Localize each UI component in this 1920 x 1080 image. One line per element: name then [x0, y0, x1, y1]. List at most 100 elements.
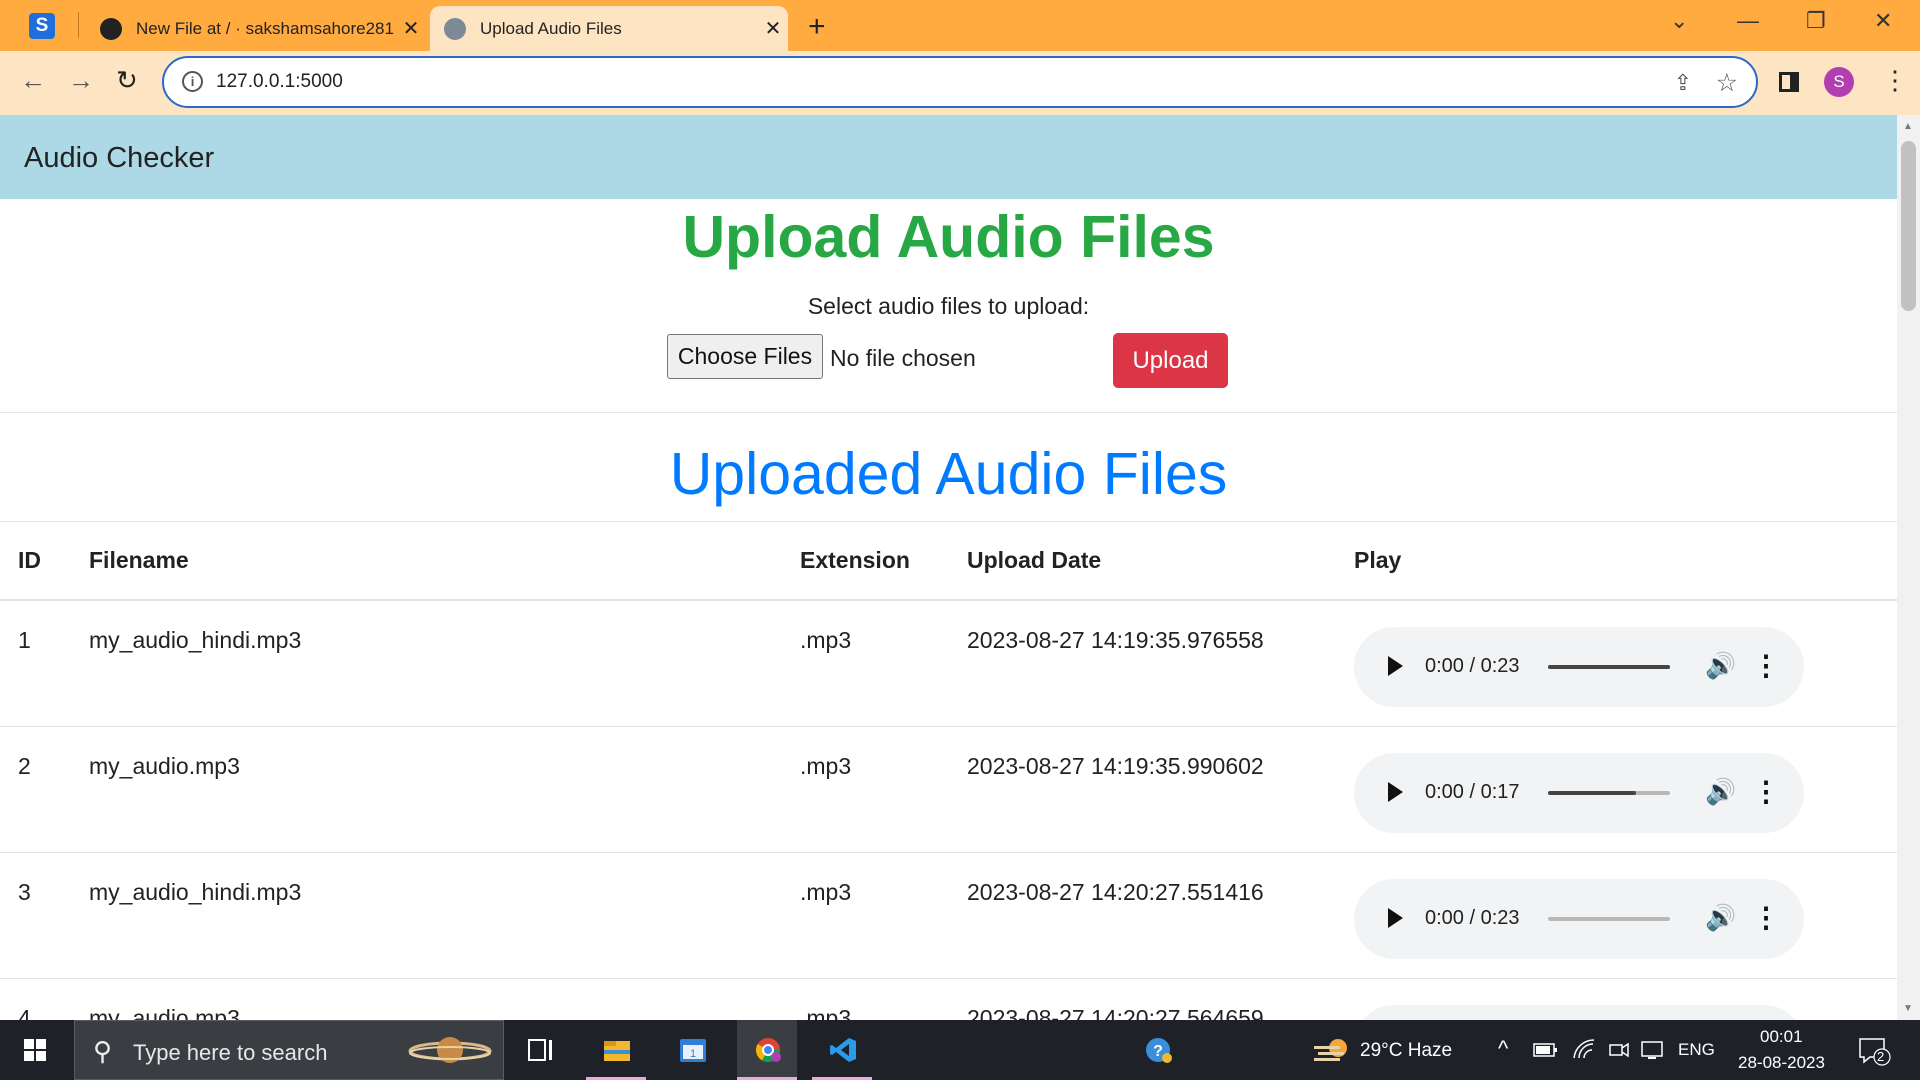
scrollbar-thumb[interactable]: [1901, 141, 1916, 311]
cell-play: 0:00 / 0:17 🔊 ⋮: [1354, 726, 1897, 853]
page-viewport: Audio Checker Upload Audio Files Select …: [0, 115, 1897, 1020]
site-info-icon[interactable]: i: [182, 71, 203, 92]
choose-files-button[interactable]: Choose Files: [667, 334, 823, 379]
language-indicator[interactable]: ENG: [1678, 1040, 1715, 1060]
cell-filename: my_audio.mp3: [89, 978, 800, 1020]
cell-extension: .mp3: [800, 726, 967, 853]
audio-player: [1354, 1004, 1804, 1020]
reload-icon[interactable]: ↻: [116, 65, 138, 96]
chrome-app-button[interactable]: [737, 1020, 797, 1080]
calendar-app-button[interactable]: 1: [662, 1020, 722, 1080]
more-options-icon[interactable]: ⋮: [1752, 649, 1780, 682]
taskbar-search[interactable]: ⚲ Type here to search: [74, 1020, 504, 1080]
cell-extension: .mp3: [800, 852, 967, 979]
seek-slider[interactable]: [1548, 665, 1670, 669]
header-upload-date: Upload Date: [967, 522, 1354, 601]
clock-date[interactable]: 28-08-2023: [1738, 1053, 1825, 1073]
profile-avatar[interactable]: S: [1824, 67, 1854, 97]
app-navbar: Audio Checker: [0, 115, 1897, 199]
cell-play: [1354, 978, 1897, 1020]
upload-button[interactable]: Upload: [1113, 333, 1228, 388]
browser-toolbar: ← → ↻ i 127.0.0.1:5000 ⇪ ☆ S ⋮: [0, 51, 1920, 115]
cell-upload-date: 2023-08-27 14:19:35.976558: [967, 600, 1354, 727]
bookmark-star-icon[interactable]: ☆: [1716, 68, 1738, 98]
task-view-icon: [528, 1039, 552, 1061]
play-icon[interactable]: [1388, 656, 1403, 676]
cell-filename: my_audio_hindi.mp3: [89, 600, 800, 727]
svg-text:?: ?: [1153, 1043, 1163, 1060]
tab-upload-audio[interactable]: Upload Audio Files ✕: [430, 6, 788, 51]
tab-search-chevron-icon[interactable]: ⌄: [1670, 8, 1688, 34]
audio-time: 0:00 / 0:17: [1425, 780, 1520, 803]
cell-upload-date: 2023-08-27 14:20:27.564659: [967, 978, 1354, 1020]
weather-haze-icon[interactable]: [1312, 1034, 1352, 1066]
table-row: 2 my_audio.mp3 .mp3 2023-08-27 14:19:35.…: [0, 726, 1897, 853]
scroll-up-arrow-icon[interactable]: ▲: [1903, 121, 1913, 132]
seek-slider[interactable]: [1548, 916, 1670, 921]
volume-icon[interactable]: 🔊: [1705, 904, 1736, 933]
search-icon: ⚲: [93, 1036, 113, 1066]
show-hidden-icons-chevron-icon[interactable]: ^: [1498, 1036, 1508, 1062]
tab-github[interactable]: New File at / · sakshamsahore281 ✕: [86, 6, 426, 51]
share-icon[interactable]: ⇪: [1674, 70, 1692, 96]
audio-player: 0:00 / 0:23 🔊 ⋮: [1354, 627, 1804, 707]
search-placeholder[interactable]: Type here to search: [133, 1040, 327, 1066]
divider: [0, 412, 1897, 413]
table-header-row: ID Filename Extension Upload Date Play: [0, 522, 1897, 601]
address-bar[interactable]: i 127.0.0.1:5000 ⇪ ☆: [162, 56, 1758, 108]
battery-icon[interactable]: [1533, 1042, 1559, 1058]
cell-filename: my_audio.mp3: [89, 726, 800, 853]
calendar-icon: 1: [680, 1039, 706, 1062]
new-tab-button[interactable]: +: [808, 10, 826, 44]
uploaded-files-title: Uploaded Audio Files: [669, 441, 1228, 507]
tab-title: Upload Audio Files: [480, 18, 622, 38]
more-options-icon[interactable]: ⋮: [1752, 901, 1780, 934]
task-view-button[interactable]: [510, 1020, 570, 1080]
play-icon[interactable]: [1388, 907, 1403, 928]
app-s-icon[interactable]: S: [29, 13, 55, 39]
vscode-app-button[interactable]: [812, 1020, 872, 1080]
seek-slider[interactable]: [1548, 790, 1670, 795]
seek-fill: [1548, 665, 1670, 669]
brand-title[interactable]: Audio Checker: [24, 142, 214, 175]
minimize-icon[interactable]: —: [1737, 8, 1759, 34]
volume-icon[interactable]: 🔊: [1705, 778, 1736, 807]
side-panel-icon[interactable]: [1779, 72, 1799, 92]
header-play: Play: [1354, 522, 1897, 601]
help-app-button[interactable]: ?: [1127, 1020, 1187, 1080]
weather-text[interactable]: 29°C Haze: [1360, 1040, 1452, 1062]
wifi-icon[interactable]: [1572, 1038, 1596, 1060]
window-close-icon[interactable]: ✕: [1874, 8, 1892, 34]
cell-id: 1: [0, 600, 89, 727]
notifications-icon[interactable]: [1858, 1036, 1892, 1066]
meet-now-icon[interactable]: [1608, 1039, 1630, 1061]
audio-time: 0:00 / 0:23: [1425, 906, 1520, 929]
display-icon[interactable]: [1640, 1039, 1664, 1061]
windows-start-icon[interactable]: [24, 1039, 47, 1062]
kebab-menu-icon[interactable]: ⋮: [1882, 65, 1908, 96]
restore-icon[interactable]: ❐: [1806, 8, 1826, 34]
cell-id: 2: [0, 726, 89, 853]
table-row: 1 my_audio_hindi.mp3 .mp3 2023-08-27 14:…: [0, 600, 1897, 727]
table-row: 4 my_audio.mp3 .mp3 2023-08-27 14:20:27.…: [0, 978, 1897, 1020]
tab-title: New File at / · sakshamsahore281: [136, 18, 394, 38]
cell-upload-date: 2023-08-27 14:20:27.551416: [967, 852, 1354, 979]
header-id: ID: [0, 522, 89, 601]
forward-arrow-icon[interactable]: →: [68, 65, 94, 96]
notification-count: 2: [1877, 1049, 1885, 1064]
clock-time[interactable]: 00:01: [1760, 1027, 1803, 1047]
cell-extension: .mp3: [800, 978, 967, 1020]
scroll-down-arrow-icon[interactable]: ▼: [1903, 1003, 1913, 1014]
more-options-icon[interactable]: ⋮: [1752, 775, 1780, 808]
page-scrollbar[interactable]: ▲ ▼: [1897, 115, 1920, 1020]
file-explorer-button[interactable]: [586, 1020, 646, 1080]
play-icon[interactable]: [1388, 781, 1403, 802]
close-icon[interactable]: ✕: [396, 16, 426, 41]
cell-play: 0:00 / 0:23 🔊 ⋮: [1354, 852, 1897, 979]
volume-icon[interactable]: 🔊: [1705, 652, 1736, 681]
system-tray: 29°C Haze ^ ENG 00:01 28-08-2023 2: [1310, 1020, 1920, 1080]
close-icon[interactable]: ✕: [758, 16, 788, 41]
url-text[interactable]: 127.0.0.1:5000: [216, 71, 343, 93]
back-arrow-icon[interactable]: ←: [20, 65, 46, 96]
github-icon: [100, 17, 122, 40]
